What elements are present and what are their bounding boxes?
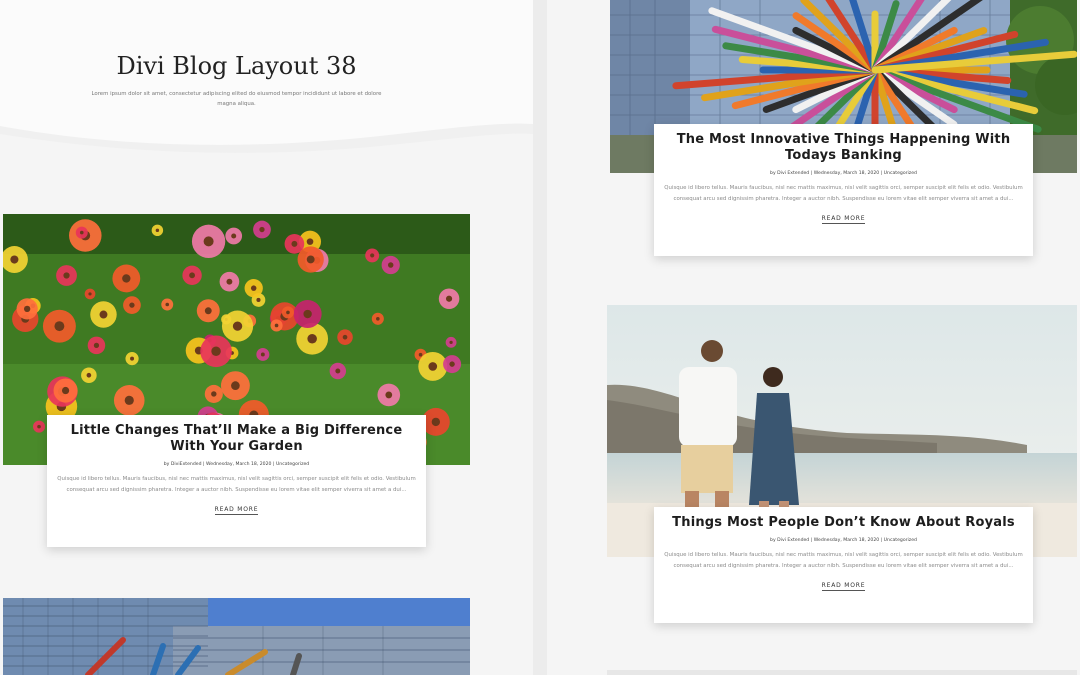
- read-more-link[interactable]: READ MORE: [214, 506, 259, 515]
- page-tagline: Lorem ipsum dolor sit amet, consectetur …: [91, 91, 382, 107]
- read-more-link[interactable]: READ MORE: [821, 215, 866, 224]
- post-title[interactable]: The Most Innovative Things Happening Wit…: [654, 132, 1033, 164]
- banking-post-image-bottom[interactable]: [3, 598, 470, 675]
- left-panel: Divi Blog Layout 38 Lorem ipsum dolor si…: [0, 0, 533, 675]
- post-meta: by DiviExtended | Wednesday, March 18, 2…: [163, 462, 310, 467]
- read-more-link[interactable]: READ MORE: [821, 582, 866, 591]
- post-author[interactable]: Divi Extended: [777, 538, 809, 543]
- post-title[interactable]: Little Changes That’ll Make a Big Differ…: [47, 423, 426, 455]
- post-meta: by Divi Extended | Wednesday, March 18, …: [770, 171, 917, 176]
- post-date: Wednesday, March 18, 2020: [813, 171, 880, 176]
- post-author[interactable]: DiviExtended: [171, 462, 202, 467]
- post-category[interactable]: Uncategorized: [276, 462, 309, 467]
- post-card-royals: Things Most People Don’t Know About Roya…: [654, 507, 1033, 623]
- next-post-edge: [607, 670, 1077, 675]
- post-excerpt: Quisque id libero tellus. Mauris faucibu…: [664, 185, 1023, 202]
- post-card-garden: Little Changes That’ll Make a Big Differ…: [47, 415, 426, 547]
- post-author[interactable]: Divi Extended: [777, 171, 809, 176]
- post-date: Wednesday, March 18, 2020: [206, 462, 272, 467]
- post-category[interactable]: Uncategorized: [884, 538, 917, 543]
- post-category[interactable]: Uncategorized: [884, 171, 917, 176]
- post-excerpt: Quisque id libero tellus. Mauris faucibu…: [664, 552, 1023, 569]
- post-card-banking: The Most Innovative Things Happening Wit…: [654, 124, 1033, 256]
- post-date: Wednesday, March 18, 2020: [813, 538, 880, 543]
- page-title: Divi Blog Layout 38: [116, 52, 357, 80]
- right-panel: The Most Innovative Things Happening Wit…: [547, 0, 1080, 675]
- hero-wave-divider: [0, 123, 533, 178]
- hero-section: Divi Blog Layout 38 Lorem ipsum dolor si…: [0, 0, 533, 178]
- post-excerpt: Quisque id libero tellus. Mauris faucibu…: [57, 476, 416, 493]
- post-title[interactable]: Things Most People Don’t Know About Roya…: [654, 515, 1033, 531]
- post-meta: by Divi Extended | Wednesday, March 18, …: [770, 538, 917, 543]
